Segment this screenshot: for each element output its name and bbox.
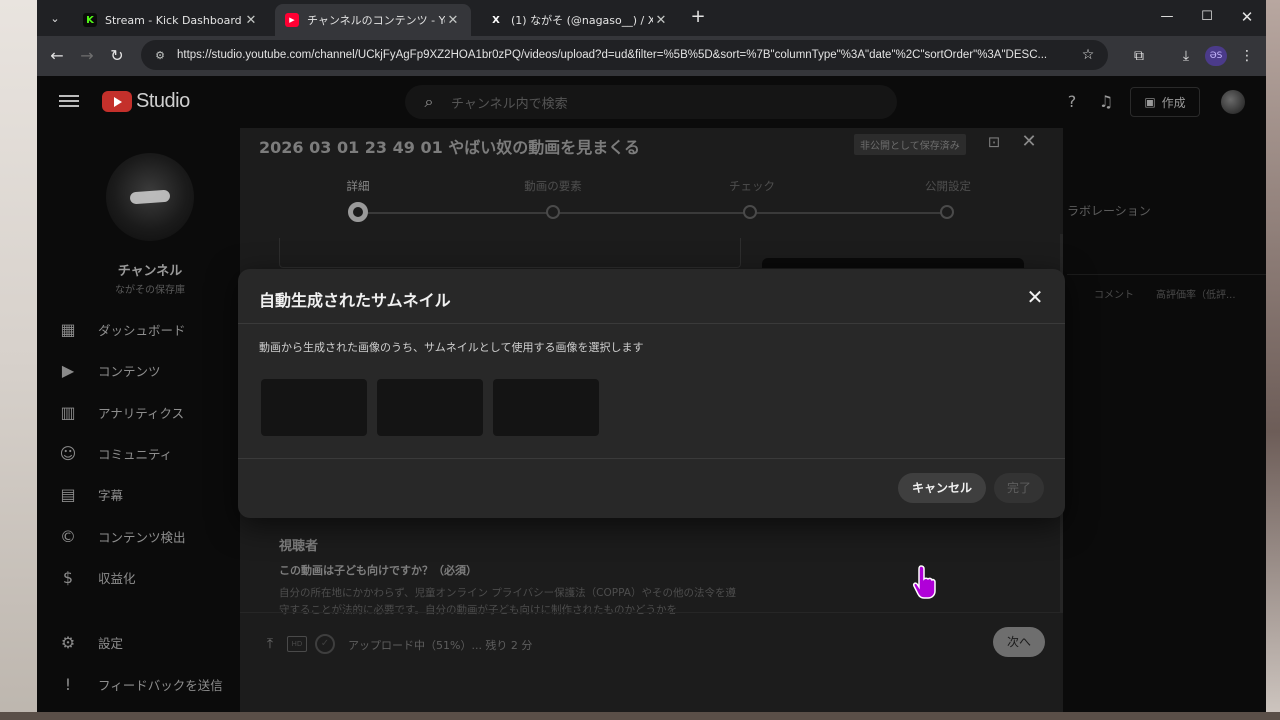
back-icon[interactable]: ← — [45, 44, 69, 68]
forward-icon[interactable]: → — [75, 44, 99, 68]
maximize-icon[interactable]: ☐ — [1195, 6, 1219, 28]
tab-title: チャンネルのコンテンツ - YouTube S — [307, 14, 445, 27]
dialog-description: 動画から生成された画像のうち、サムネイルとして使用する画像を選択します — [259, 341, 644, 354]
kick-icon: K — [83, 13, 97, 27]
x-logo-icon: X — [492, 14, 500, 26]
tab-youtube-studio[interactable]: ▶ チャンネルのコンテンツ - YouTube S ✕ — [275, 4, 471, 36]
window-close-icon[interactable]: ✕ — [1235, 6, 1259, 28]
close-icon[interactable]: ✕ — [1024, 285, 1046, 309]
chrome-menu-icon[interactable]: ⋮ — [1235, 44, 1259, 68]
bookmark-star-icon[interactable]: ☆ — [1076, 47, 1100, 63]
url-text[interactable]: https://studio.youtube.com/channel/UCkjF… — [177, 49, 1076, 61]
auto-thumbnail-dialog: 自動生成されたサムネイル ✕ 動画から生成された画像のうち、サムネイルとして使用… — [238, 269, 1065, 518]
done-button[interactable]: 完了 — [994, 473, 1044, 503]
minimize-icon[interactable]: — — [1155, 6, 1179, 28]
browser-window: ⌄ K Stream - Kick Dashboard ✕ ▶ チャンネルのコン… — [37, 0, 1266, 712]
desktop-background-left — [0, 0, 37, 720]
close-icon[interactable]: ✕ — [445, 13, 461, 28]
cancel-button[interactable]: キャンセル — [898, 473, 986, 503]
tab-title: (1) ながそ (@nagaso__) / X — [511, 14, 653, 27]
dialog-title: 自動生成されたサムネイル — [259, 291, 451, 310]
youtube-icon: ▶ — [285, 13, 299, 27]
download-icon[interactable]: ⤓ — [1174, 44, 1198, 68]
tab-x[interactable]: X (1) ながそ (@nagaso__) / X ✕ — [479, 4, 679, 36]
youtube-studio: Studio ⌕ チャンネル内で検索 ? ♫ ▣ 作成 チャンネル ながその保存… — [37, 76, 1266, 712]
tab-title: Stream - Kick Dashboard — [105, 13, 242, 27]
thumbnail-option[interactable] — [377, 379, 483, 436]
extensions-icon[interactable]: ⧉ — [1127, 44, 1151, 68]
divider — [238, 323, 1065, 324]
desktop-background-right — [1266, 0, 1280, 720]
address-bar[interactable]: ⚙ https://studio.youtube.com/channel/UCk… — [141, 40, 1108, 70]
profile-avatar[interactable]: ƏS — [1205, 46, 1227, 66]
thumbnail-option[interactable] — [261, 379, 367, 436]
hand-cursor-icon — [913, 565, 936, 599]
site-info-icon[interactable]: ⚙ — [151, 49, 169, 62]
tab-search-button[interactable]: ⌄ — [43, 6, 67, 30]
browser-toolbar: ← → ↻ ⚙ https://studio.youtube.com/chann… — [37, 36, 1266, 76]
reload-icon[interactable]: ↻ — [105, 44, 129, 68]
close-icon[interactable]: ✕ — [653, 13, 669, 28]
divider — [238, 458, 1065, 459]
new-tab-button[interactable]: + — [687, 7, 709, 29]
tab-kick[interactable]: K Stream - Kick Dashboard ✕ — [73, 4, 269, 36]
desktop-background-bottom — [0, 712, 1280, 720]
thumbnail-option[interactable] — [493, 379, 599, 436]
close-icon[interactable]: ✕ — [243, 13, 259, 28]
tab-strip: ⌄ K Stream - Kick Dashboard ✕ ▶ チャンネルのコン… — [37, 0, 1266, 36]
